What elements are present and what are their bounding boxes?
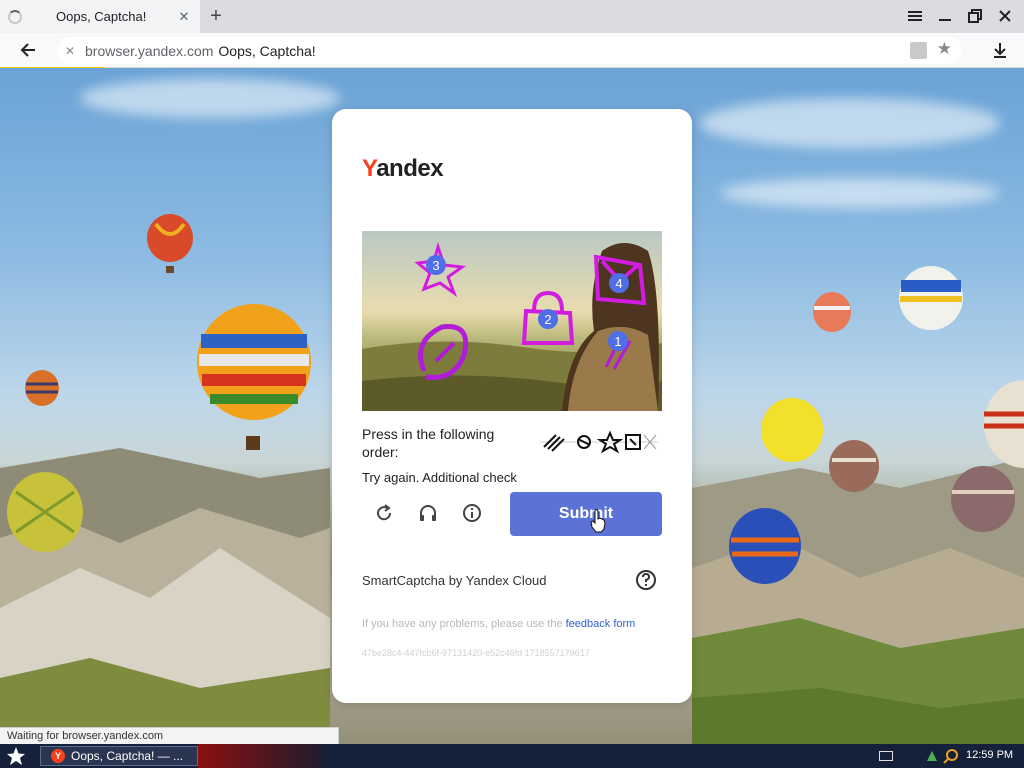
download-icon <box>994 43 1006 58</box>
close-window-icon[interactable] <box>996 7 1014 25</box>
hot-air-balloon <box>899 266 963 330</box>
window-controls <box>906 7 1014 25</box>
back-button[interactable] <box>14 39 42 61</box>
address-bar[interactable]: ✕ browser.yandex.com Oops, Captcha! ★ <box>57 37 962 64</box>
marker-3-label: 3 <box>432 258 439 273</box>
taskbar-clock: 12:59 PM <box>966 749 1014 761</box>
download-button[interactable] <box>990 40 1010 60</box>
status-bar: Waiting for browser.yandex.com <box>0 727 339 744</box>
taskbar: Y Oops, Captcha! — ... 12:59 PM <box>0 744 1024 768</box>
captcha-challenge-image[interactable]: 3 4 2 1 <box>362 231 662 411</box>
captcha-instruction: Press in the following order: <box>362 426 495 460</box>
hand-cursor-icon <box>590 509 606 533</box>
refresh-button[interactable] <box>372 501 396 525</box>
hot-air-balloon <box>7 472 83 552</box>
question-icon <box>636 570 656 590</box>
help-button[interactable] <box>635 569 657 591</box>
marker-2-label: 2 <box>544 312 551 327</box>
hot-air-balloon <box>984 380 1024 468</box>
keyboard-icon[interactable] <box>879 751 893 761</box>
taskbar-highlight <box>198 744 330 768</box>
hamburger-menu-icon[interactable] <box>906 7 924 25</box>
url-page-title: Oops, Captcha! <box>218 42 316 59</box>
tab-title: Oops, Captcha! <box>56 9 147 24</box>
captcha-card: Yandex 3 4 2 1 Press in the following or… <box>332 109 692 703</box>
search-icon[interactable] <box>943 748 959 764</box>
taskbar-window-title: Oops, Captcha! — ... <box>71 749 184 763</box>
start-menu-star-icon[interactable] <box>6 746 26 766</box>
yandex-logo: Yandex <box>362 155 444 182</box>
smartcaptcha-branding: SmartCaptcha by Yandex Cloud <box>362 573 547 588</box>
info-icon <box>463 504 481 522</box>
marker-1-label: 1 <box>614 334 621 349</box>
network-icon[interactable] <box>925 749 939 763</box>
arrow-left-icon <box>20 43 35 57</box>
headphones-icon <box>420 505 436 521</box>
hot-air-balloon <box>761 398 823 462</box>
minimize-icon[interactable] <box>936 7 954 25</box>
browser-toolbar: ✕ browser.yandex.com Oops, Captcha! ★ <box>0 33 1024 68</box>
problems-notice: If you have any problems, please use the… <box>362 618 636 630</box>
tab-bar: Oops, Captcha! ✕ + <box>0 0 1024 33</box>
hot-air-balloon <box>197 304 311 450</box>
yandex-browser-icon: Y <box>51 749 65 763</box>
bookmark-star-icon[interactable]: ★ <box>937 39 952 59</box>
request-id: 47be28c4-447fcb6f-97131420-e52c46fd 1718… <box>362 648 590 658</box>
url-host: browser.yandex.com <box>85 42 214 59</box>
refresh-icon <box>377 504 392 521</box>
page-background: Yandex 3 4 2 1 Press in the following or… <box>0 68 1024 744</box>
tab-close-icon[interactable]: ✕ <box>176 9 192 25</box>
protect-icon[interactable] <box>910 42 927 59</box>
captcha-status-message: Try again. Additional check <box>362 470 517 485</box>
new-tab-button[interactable]: + <box>206 5 226 27</box>
cloud <box>700 98 1000 148</box>
submit-button[interactable]: Submit <box>510 492 662 536</box>
hot-air-balloon <box>147 214 193 273</box>
taskbar-browser-window[interactable]: Y Oops, Captcha! — ... <box>40 746 198 766</box>
stop-loading-icon[interactable]: ✕ <box>65 44 77 58</box>
hot-air-balloon <box>25 370 59 406</box>
cloud <box>720 178 1000 208</box>
loading-spinner-icon <box>8 9 22 24</box>
captcha-order-hint-image <box>540 430 658 454</box>
audio-challenge-button[interactable] <box>416 501 440 525</box>
hot-air-balloon <box>729 508 801 584</box>
marker-4-label: 4 <box>615 276 622 291</box>
info-button[interactable] <box>460 501 484 525</box>
restore-icon[interactable] <box>966 7 984 25</box>
hot-air-balloon <box>813 292 851 332</box>
cloud <box>80 78 340 118</box>
hot-air-balloon <box>829 440 879 492</box>
feedback-form-link[interactable]: feedback form <box>566 618 636 630</box>
browser-tab[interactable]: Oops, Captcha! ✕ <box>0 0 200 33</box>
